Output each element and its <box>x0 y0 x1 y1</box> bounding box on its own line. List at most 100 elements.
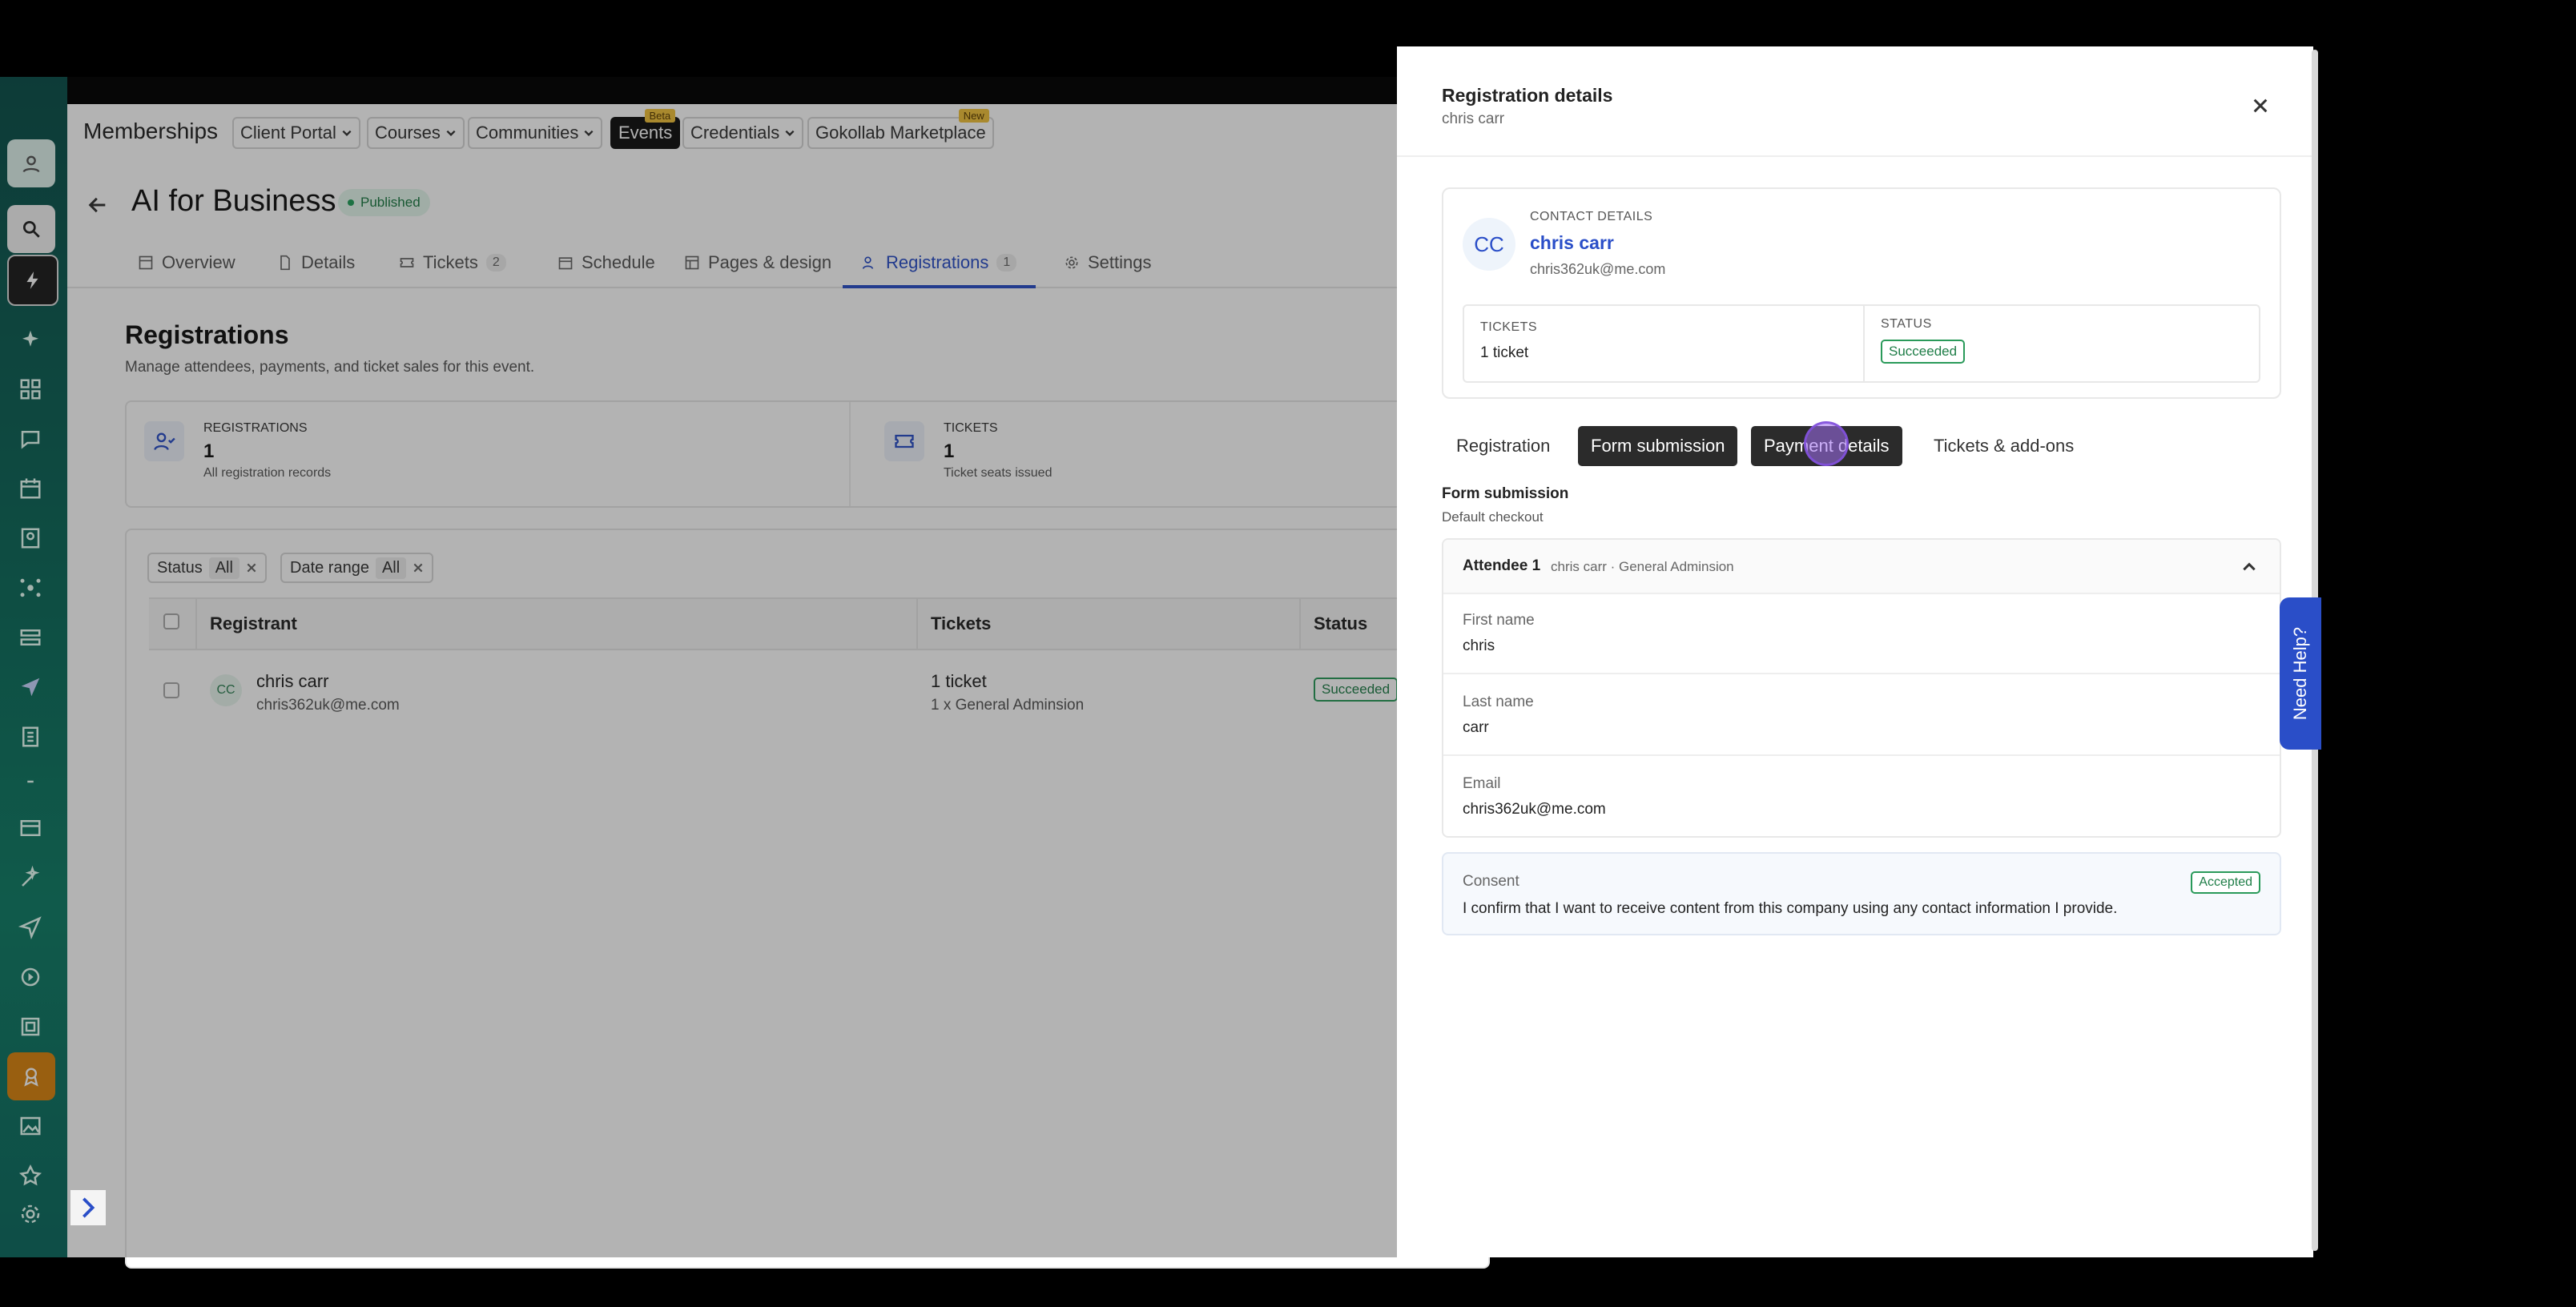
stat-label: Tickets <box>944 421 998 435</box>
row-checkbox[interactable] <box>163 682 179 698</box>
status-filter-chip[interactable]: Status All <box>147 553 267 583</box>
nav-communities[interactable]: Communities <box>468 117 603 149</box>
nav-client-portal[interactable]: Client Portal <box>232 117 360 149</box>
nav-marketplace[interactable]: Gokollab Marketplace New <box>807 109 994 149</box>
need-help-button[interactable]: Need Help? <box>2280 597 2321 750</box>
attendee-panel: Attendee 1 chris carr · General Adminsio… <box>1442 538 2281 838</box>
paper-plane-icon[interactable] <box>14 911 46 943</box>
registrations-stat-icon <box>144 421 184 461</box>
tab-label: Schedule <box>582 252 655 272</box>
close-icon[interactable] <box>413 562 424 573</box>
attendee-header[interactable]: Attendee 1 chris carr · General Adminsio… <box>1443 540 2280 594</box>
tab-count: 2 <box>485 254 506 271</box>
tickets-stat-icon <box>884 421 924 461</box>
image-icon[interactable] <box>14 1110 46 1142</box>
stat-divider <box>849 402 851 506</box>
status-badge: Succeeded <box>1881 340 1966 364</box>
segment-registration[interactable]: Registration <box>1443 426 1563 466</box>
tab-schedule[interactable]: Schedule <box>557 240 655 285</box>
tickets-value: 1 ticket <box>1480 344 1529 361</box>
building-icon[interactable] <box>14 721 46 753</box>
calendar-icon[interactable] <box>14 473 46 505</box>
nav-events[interactable]: Events Beta <box>610 109 681 149</box>
consent-label: Consent <box>1463 873 1519 890</box>
avatar-button[interactable] <box>7 139 55 187</box>
nav-courses[interactable]: Courses <box>367 117 465 149</box>
new-tag: New <box>958 109 989 123</box>
contacts-icon[interactable] <box>14 522 46 554</box>
segment-form-submission[interactable]: Form submission <box>1578 426 1738 466</box>
dashboard-icon[interactable] <box>14 373 46 405</box>
file-icon <box>280 255 290 271</box>
quick-actions-button[interactable] <box>7 255 58 306</box>
server-icon[interactable] <box>14 621 46 654</box>
stats-card: Registrations 1 All registration records… <box>125 400 1490 508</box>
field-last-name: Last name carr <box>1443 674 2280 756</box>
network-icon[interactable] <box>14 572 46 604</box>
filter-value: All <box>208 557 239 579</box>
field-label: Last name <box>1463 694 1534 710</box>
star-icon[interactable] <box>14 1160 46 1192</box>
billing-icon[interactable] <box>14 812 46 844</box>
divider-icon <box>14 766 46 798</box>
left-sidebar <box>0 77 67 1257</box>
tab-registrations[interactable]: Registrations 1 <box>843 240 1036 288</box>
status-dot <box>348 199 354 206</box>
col-registrant[interactable]: Registrant <box>210 613 297 634</box>
lightning-icon <box>26 271 38 289</box>
chevron-right-icon <box>83 1197 95 1218</box>
chevron-down-icon <box>785 130 795 136</box>
event-tabs: Overview Details Tickets 2 Schedule Pages… <box>67 240 1421 288</box>
nav-credentials[interactable]: Credentials <box>682 117 804 149</box>
search-icon <box>22 220 40 238</box>
send-icon[interactable] <box>14 671 46 703</box>
ai-sparkle-icon[interactable] <box>14 324 46 356</box>
filter-label: Date range <box>290 558 369 577</box>
chat-icon[interactable] <box>14 423 46 455</box>
memberships-button[interactable] <box>7 1052 55 1100</box>
field-value: chris362uk@me.com <box>1463 801 1606 818</box>
settings-gear-icon[interactable] <box>14 1198 46 1230</box>
select-all-checkbox[interactable] <box>163 613 179 629</box>
chevron-down-icon <box>446 130 456 136</box>
magic-icon[interactable] <box>14 862 46 894</box>
stat-value: 1 <box>203 440 215 462</box>
analytics-icon[interactable] <box>14 961 46 993</box>
contact-name-link[interactable]: chris carr <box>1530 232 1614 254</box>
close-icon[interactable] <box>246 562 257 573</box>
field-value: chris <box>1463 637 1495 654</box>
close-button[interactable] <box>2246 91 2275 120</box>
accepted-badge: Accepted <box>2191 871 2260 894</box>
col-status[interactable]: Status <box>1314 613 1367 634</box>
registrant-email: chris362uk@me.com <box>256 697 400 714</box>
segment-tickets-addons[interactable]: Tickets & add-ons <box>1921 426 2087 466</box>
tab-details[interactable]: Details <box>277 240 355 285</box>
tab-pages-design[interactable]: Pages & design <box>684 240 831 285</box>
registrant-name[interactable]: chris carr <box>256 671 328 692</box>
filter-label: Status <box>157 558 203 577</box>
chevron-down-icon <box>584 130 594 136</box>
consent-text: I confirm that I want to receive content… <box>1463 900 2118 917</box>
divider <box>1397 155 2313 157</box>
user-icon <box>22 155 40 173</box>
search-button[interactable] <box>7 205 55 253</box>
media-icon[interactable] <box>14 1011 46 1043</box>
col-tickets[interactable]: Tickets <box>931 613 991 634</box>
chevron-up-icon[interactable] <box>2241 559 2257 575</box>
section-title: Registrations <box>125 320 289 349</box>
col-divider <box>195 599 197 649</box>
section-subtitle: Manage attendees, payments, and ticket s… <box>125 359 535 376</box>
back-arrow-icon[interactable] <box>87 194 109 216</box>
calendar-icon <box>558 257 573 270</box>
ticket-count: 1 ticket <box>931 671 987 691</box>
table-row[interactable]: CC chris carr chris362uk@me.com 1 ticket… <box>149 647 1488 735</box>
layout-icon <box>685 255 699 270</box>
tab-settings[interactable]: Settings <box>1064 240 1152 285</box>
col-divider <box>916 599 918 649</box>
contact-avatar: CC <box>1463 218 1515 271</box>
field-value: carr <box>1463 719 1489 736</box>
tab-overview[interactable]: Overview <box>138 240 235 285</box>
tab-tickets[interactable]: Tickets 2 <box>399 240 506 285</box>
date-filter-chip[interactable]: Date range All <box>280 553 434 583</box>
expand-sidebar-button[interactable] <box>70 1190 106 1225</box>
